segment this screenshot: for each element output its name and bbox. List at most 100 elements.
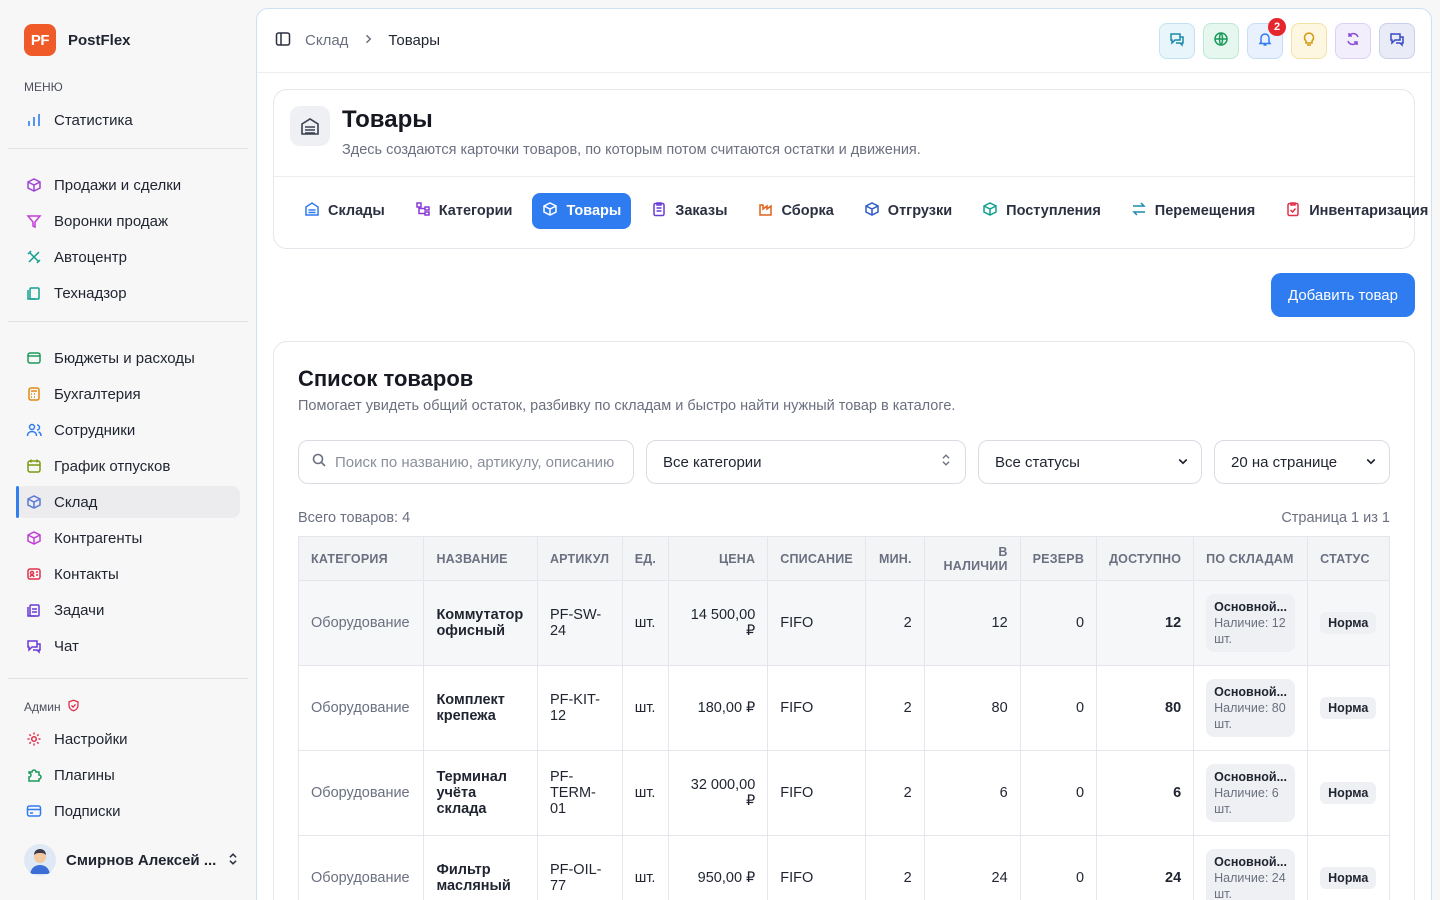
brand[interactable]: PF PostFlex [24, 24, 131, 56]
user-name: Смирнов Алексей ... [66, 851, 216, 869]
cell-in-stock: 80 [923, 665, 1021, 751]
column-header[interactable]: ДОСТУПНО [1096, 536, 1195, 581]
status-select[interactable]: Все статусы [978, 440, 1202, 484]
globe-button[interactable] [1203, 22, 1239, 59]
search-input[interactable]: Поиск по названию, артикулу, описанию [298, 440, 634, 484]
sidebar-item-warehouse[interactable]: Склад [16, 486, 240, 518]
chat-icon [1389, 31, 1405, 50]
cell-reserve: 0 [1019, 580, 1098, 666]
tips-button[interactable] [1291, 22, 1327, 59]
cell-name[interactable]: Коммутатор офисный [423, 580, 538, 666]
contact-card-icon [26, 566, 42, 582]
cell-reserve: 0 [1019, 835, 1098, 900]
column-header[interactable]: РЕЗЕРВ [1019, 536, 1098, 581]
column-header[interactable]: СПИСАНИЕ [767, 536, 866, 581]
sidebar-item-label: Статистика [54, 111, 133, 129]
cell-price: 32 000,00 ₽ [668, 750, 769, 836]
sidebar-item-sales[interactable]: Продажи и сделки [16, 169, 240, 201]
tab-label: Поступления [1006, 203, 1101, 219]
add-product-button[interactable]: Добавить товар [1271, 273, 1415, 317]
sidebar-item-label: Контрагенты [54, 529, 143, 547]
sidebar-divider [8, 678, 248, 679]
sidebar-item-funnels[interactable]: Воронки продаж [16, 205, 240, 237]
page-size-select[interactable]: 20 на странице [1214, 440, 1390, 484]
clipboard-icon [26, 285, 42, 301]
sidebar-item-chat[interactable]: Чат [16, 630, 240, 662]
cell-warehouses: Основной... Наличие: 6 шт. [1193, 750, 1309, 836]
sidebar-item-budgets[interactable]: Бюджеты и расходы [16, 342, 240, 374]
cell-status: Норма [1307, 665, 1390, 751]
cell-unit: шт. [621, 835, 670, 900]
cell-sku: PF-KIT-12 [536, 665, 623, 751]
tab-receipts[interactable]: Поступления [972, 193, 1111, 229]
tab-products[interactable]: Товары [532, 193, 632, 229]
table-row[interactable]: Оборудование Терминал учёта склада PF-TE… [297, 750, 1390, 836]
cell-reserve: 0 [1019, 750, 1098, 836]
cell-name[interactable]: Фильтр масляный [423, 835, 538, 900]
sidebar-item-label: Задачи [54, 601, 105, 619]
cell-reserve: 0 [1019, 665, 1098, 751]
tab-assembly[interactable]: Сборка [748, 193, 844, 229]
products-table: КАТЕГОРИЯ НАЗВАНИЕ АРТИКУЛ ЕД. ЦЕНА СПИС… [297, 536, 1390, 900]
sidebar-item-counterparties[interactable]: Контрагенты [16, 522, 240, 554]
sidebar-item-label: Подписки [54, 802, 121, 820]
header-divider [274, 176, 1414, 177]
sidebar-item-tasks[interactable]: Задачи [16, 594, 240, 626]
cell-price: 950,00 ₽ [668, 835, 769, 900]
tab-shipments[interactable]: Отгрузки [854, 193, 962, 229]
category-select-value: Все категории [663, 453, 762, 471]
tab-warehouses[interactable]: Склады [294, 193, 395, 229]
tab-label: Перемещения [1154, 203, 1256, 219]
column-header[interactable]: ПО СКЛАДАМ [1193, 536, 1309, 581]
cell-in-stock: 6 [923, 750, 1021, 836]
cell-name[interactable]: Комплект крепежа [423, 665, 538, 751]
page-size-value: 20 на странице [1231, 453, 1338, 471]
breadcrumb: Склад Товары [275, 31, 440, 51]
hierarchy-icon [415, 201, 431, 221]
column-header[interactable]: КАТЕГОРИЯ [297, 536, 425, 581]
filters: Поиск по названию, артикулу, описанию Вс… [298, 440, 1390, 484]
sidebar-item-contacts[interactable]: Контакты [16, 558, 240, 590]
sidebar-item-subscriptions[interactable]: Подписки [16, 795, 240, 827]
tab-orders[interactable]: Заказы [641, 193, 737, 229]
sidebar-item-vacations[interactable]: График отпусков [16, 450, 240, 482]
cell-name[interactable]: Терминал учёта склада [423, 750, 538, 836]
notifications-button[interactable]: 2 [1247, 17, 1286, 59]
messages-button[interactable] [1379, 22, 1415, 59]
tab-transfers[interactable]: Перемещения [1121, 193, 1265, 229]
calculator-icon [26, 386, 42, 402]
table-header-row: КАТЕГОРИЯ НАЗВАНИЕ АРТИКУЛ ЕД. ЦЕНА СПИС… [297, 536, 1390, 581]
breadcrumb-parent[interactable]: Склад [305, 32, 348, 49]
sidebar-item-employees[interactable]: Сотрудники [16, 414, 240, 446]
user-menu[interactable]: Смирнов Алексей ... [24, 844, 240, 876]
sidebar-item-label: График отпусков [54, 457, 171, 475]
admin-label: Админ [24, 700, 61, 714]
tab-inventory[interactable]: Инвентаризация [1275, 193, 1431, 229]
feedback-button[interactable] [1159, 22, 1195, 59]
table-row[interactable]: Оборудование Коммутатор офисный PF-SW-24… [297, 580, 1390, 666]
category-select[interactable]: Все категории [646, 440, 966, 484]
admin-section-label: Админ [24, 699, 80, 715]
sidebar-item-settings[interactable]: Настройки [16, 723, 240, 755]
column-header[interactable]: МИН. [864, 536, 925, 581]
column-header[interactable]: НАЗВАНИЕ [423, 536, 538, 581]
tab-label: Инвентаризация [1309, 203, 1429, 219]
sidebar-item-plugins[interactable]: Плагины [16, 759, 240, 791]
sidebar-item-technadzor[interactable]: Технадзор [16, 277, 240, 309]
tab-categories[interactable]: Категории [405, 193, 523, 229]
sidebar-item-accounting[interactable]: Бухгалтерия [16, 378, 240, 410]
table-row[interactable]: Оборудование Фильтр масляный PF-OIL-77 ш… [297, 835, 1390, 900]
sidebar-item-statistics[interactable]: Статистика [16, 104, 240, 136]
column-header[interactable]: В НАЛИЧИИ [923, 536, 1021, 581]
sidebar-item-autocenter[interactable]: Автоцентр [16, 241, 240, 273]
table-row[interactable]: Оборудование Комплект крепежа PF-KIT-12 … [297, 665, 1390, 751]
cell-category: Оборудование [297, 750, 425, 836]
column-header[interactable]: ЦЕНА [668, 536, 769, 581]
sidebar-toggle-icon[interactable] [275, 31, 291, 51]
column-header[interactable]: ЕД. [621, 536, 670, 581]
column-header[interactable]: СТАТУС [1307, 536, 1390, 581]
refresh-button[interactable] [1335, 22, 1371, 59]
list-subtitle: Помогает увидеть общий остаток, разбивку… [298, 398, 956, 414]
column-header[interactable]: АРТИКУЛ [536, 536, 623, 581]
status-badge: Норма [1320, 867, 1377, 889]
